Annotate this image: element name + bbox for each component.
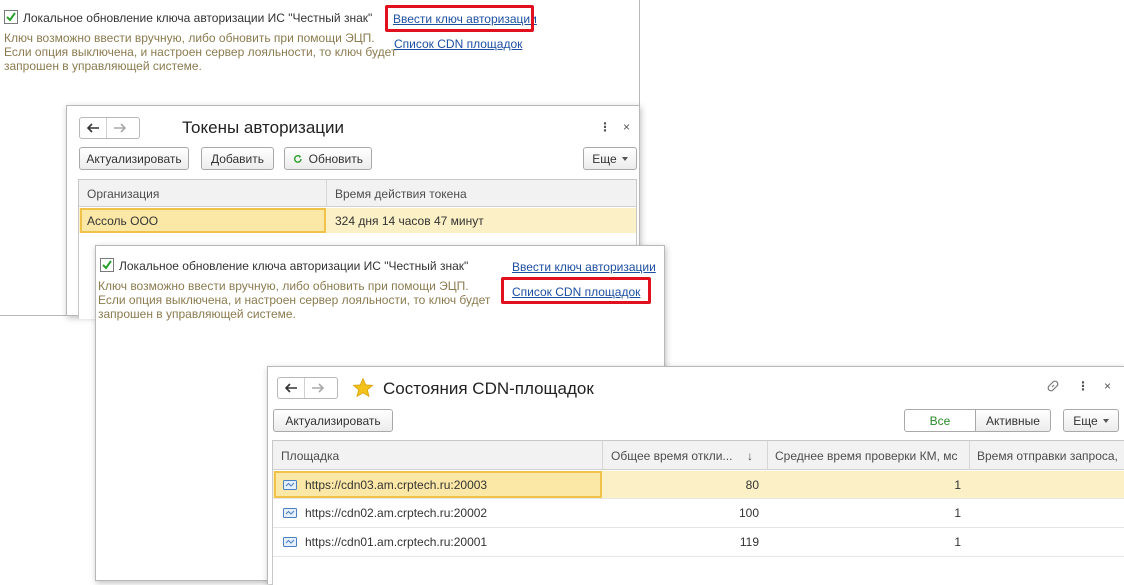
cell-avg: 1: [954, 477, 961, 492]
cell-site[interactable]: https://cdn02.am.crptech.ru:20002: [283, 499, 598, 527]
more-button-label: Еще: [592, 151, 617, 166]
site-url: https://cdn03.am.crptech.ru:20003: [305, 477, 488, 492]
hint-line-2: Если опция выключена, и настроен сервер …: [4, 45, 397, 59]
arrow-left-icon: [86, 123, 99, 133]
local-key-update-checkbox[interactable]: [4, 10, 18, 24]
filter-all-button[interactable]: Все: [904, 409, 976, 432]
cell-site: https://cdn03.am.crptech.ru:20003: [283, 471, 598, 498]
hint-line-1: Ключ возможно ввести вручную, либо обнов…: [4, 31, 375, 45]
more-button[interactable]: Еще: [1063, 409, 1119, 432]
local-key-update-label: Локальное обновление ключа авторизации И…: [23, 11, 373, 25]
server-icon: [283, 479, 297, 490]
hint-line-2: Если опция выключена, и настроен сервер …: [98, 293, 491, 307]
link-icon[interactable]: [1046, 379, 1060, 393]
local-key-update-checkbox[interactable]: [100, 258, 114, 272]
add-button[interactable]: Добавить: [201, 147, 274, 170]
cdn-states-window: Состояния CDN-площадок ⋮ × Актуализирова…: [267, 366, 1124, 585]
hint-line-1: Ключ возможно ввести вручную, либо обнов…: [98, 279, 469, 293]
cell-sent: [977, 528, 1124, 556]
hint-line-3: запрошен в управляющей системе.: [4, 59, 202, 73]
more-button[interactable]: Еще: [583, 147, 637, 170]
column-header-organization[interactable]: Организация: [87, 180, 317, 207]
checkmark-icon: [102, 260, 112, 270]
forward-button[interactable]: [107, 118, 133, 138]
update-button[interactable]: Обновить: [284, 147, 372, 170]
back-button[interactable]: [80, 118, 106, 138]
cell-organization: Ассоль ООО: [87, 213, 159, 228]
update-button-label: Обновить: [308, 151, 363, 166]
cell-sent: [977, 499, 1124, 527]
back-button[interactable]: [278, 378, 304, 398]
tokens-window-title: Токены авторизации: [182, 118, 345, 137]
site-url: https://cdn02.am.crptech.ru:20002: [305, 506, 488, 520]
cdn-table: Площадка Общее время откли... ↓ Среднее …: [272, 440, 1124, 585]
cell-site[interactable]: https://cdn01.am.crptech.ru:20001: [283, 528, 598, 556]
cell-total: 100: [738, 506, 759, 520]
server-icon: [283, 508, 297, 518]
column-header-total-response[interactable]: Общее время откли...: [611, 441, 743, 470]
column-header-avg-check[interactable]: Среднее время проверки КМ, мс: [775, 441, 965, 470]
sort-descending-icon: ↓: [747, 448, 753, 463]
more-button-label: Еще: [1073, 413, 1098, 428]
cell-total: 119: [739, 535, 759, 549]
local-key-update-label: Локальное обновление ключа авторизации И…: [119, 259, 469, 273]
nav-buttons: [79, 117, 140, 139]
more-menu-icon[interactable]: ⋮: [599, 120, 611, 134]
highlight-frame: [501, 277, 651, 304]
cell-token-time: 324 дня 14 часов 47 минут: [335, 213, 484, 228]
arrow-right-icon: [114, 123, 127, 133]
dropdown-caret-icon: [621, 156, 628, 161]
forward-button[interactable]: [305, 378, 331, 398]
refresh-actual-button[interactable]: Актуализировать: [273, 409, 393, 432]
arrow-left-icon: [284, 383, 297, 393]
cdn-window-title: Состояния CDN-площадок: [383, 379, 594, 398]
nav-buttons: [277, 377, 338, 399]
more-menu-icon[interactable]: ⋮: [1077, 379, 1089, 393]
close-icon[interactable]: ×: [1104, 379, 1111, 393]
refresh-icon: [293, 154, 302, 163]
close-icon[interactable]: ×: [623, 120, 630, 134]
column-header-request-time[interactable]: Время отправки запроса,: [977, 441, 1124, 470]
favorite-star-icon[interactable]: [352, 377, 374, 399]
highlight-frame: [385, 5, 534, 32]
cell-avg: 1: [954, 535, 961, 549]
cell-total: 80: [745, 477, 759, 492]
server-icon: [283, 537, 297, 547]
filter-active-button[interactable]: Активные: [976, 409, 1051, 432]
refresh-actual-button[interactable]: Актуализировать: [79, 147, 189, 170]
cell-avg: 1: [954, 506, 961, 520]
enter-auth-key-link[interactable]: Ввести ключ авторизации: [512, 260, 656, 274]
cell-sent: [977, 471, 1124, 498]
cdn-list-link[interactable]: Список CDN площадок: [394, 37, 522, 51]
column-header-token-time[interactable]: Время действия токена: [335, 180, 625, 207]
dropdown-caret-icon: [1102, 418, 1109, 423]
column-header-site[interactable]: Площадка: [281, 441, 591, 470]
arrow-right-icon: [312, 383, 325, 393]
checkmark-icon: [6, 12, 16, 22]
site-url: https://cdn01.am.crptech.ru:20001: [305, 535, 488, 549]
hint-line-3: запрошен в управляющей системе.: [98, 307, 296, 321]
